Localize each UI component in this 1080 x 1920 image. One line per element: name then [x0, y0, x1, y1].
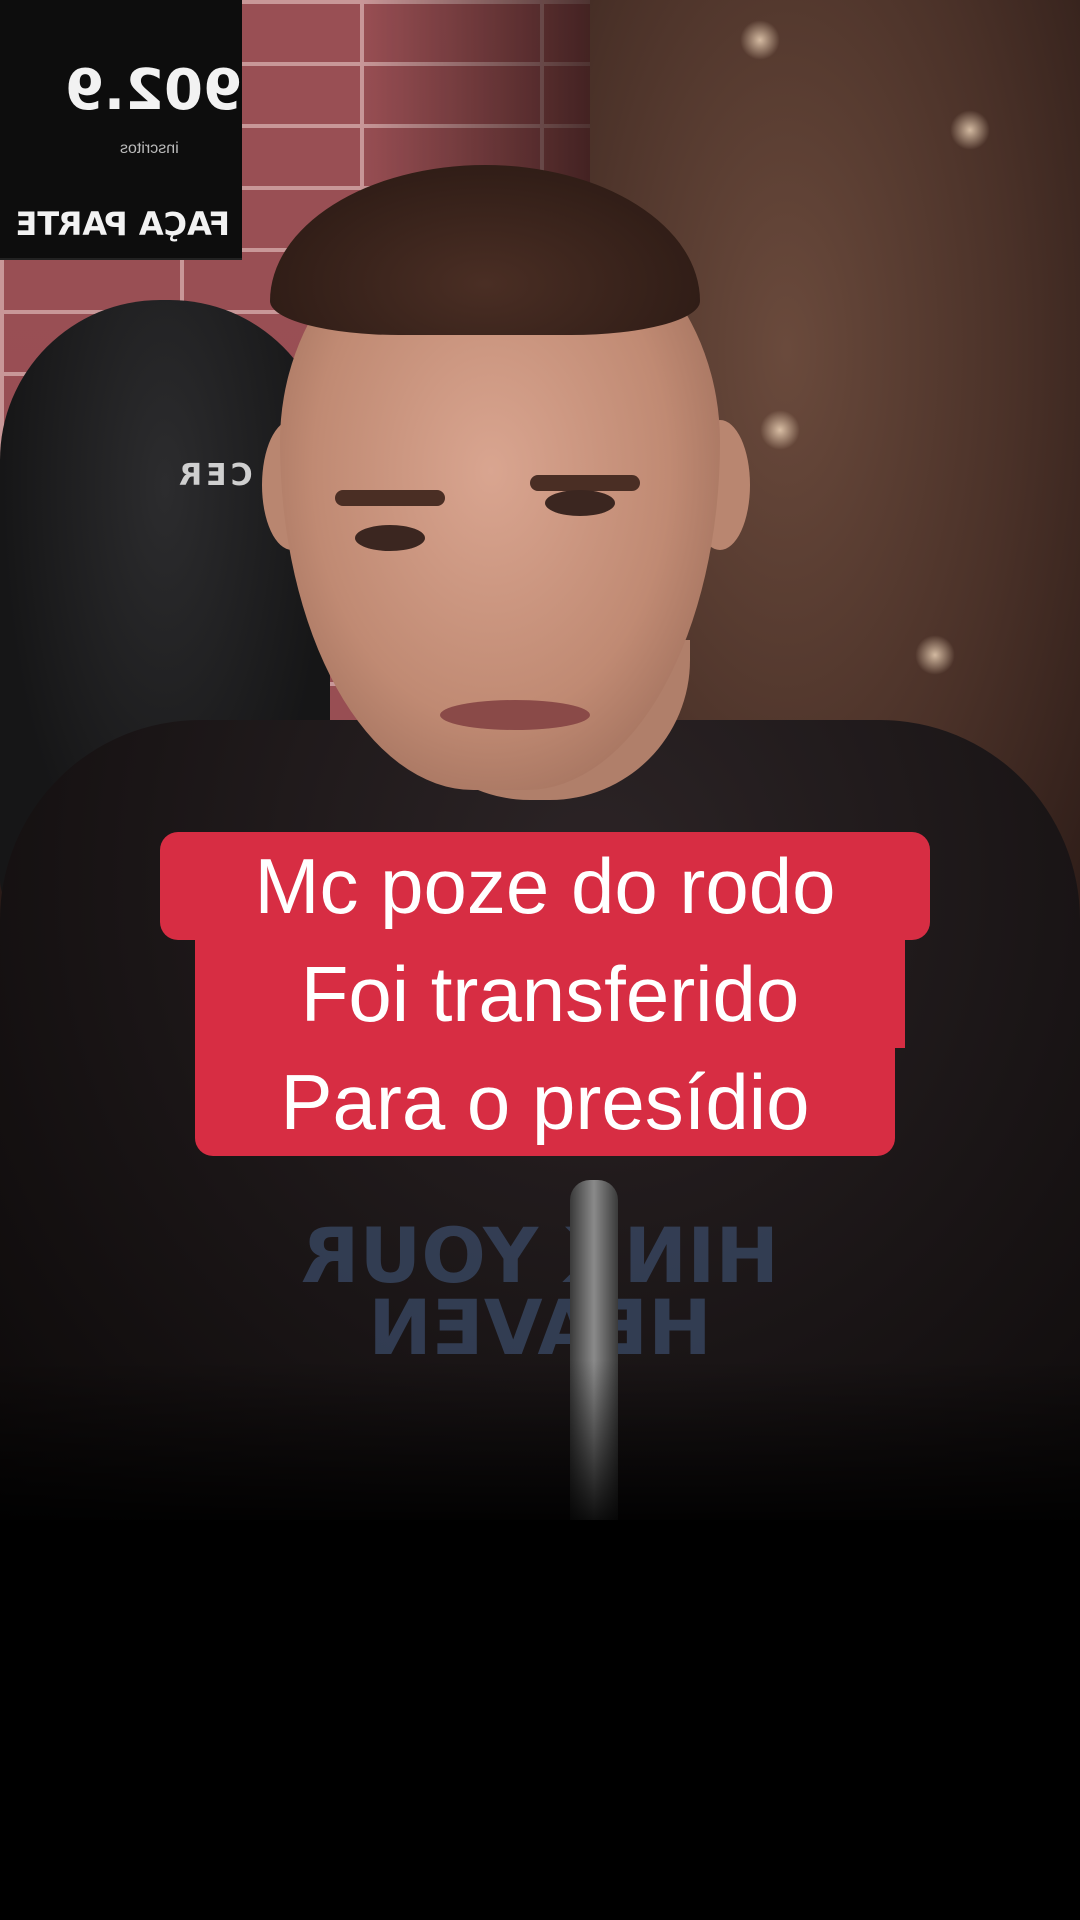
bokeh-light: [760, 410, 800, 450]
presenter-brow: [530, 475, 640, 491]
presenter-brow: [335, 490, 445, 506]
bokeh-light: [740, 20, 780, 60]
caption-line-1: Mc poze do rodo: [160, 832, 930, 940]
chair-brand-text: CER: [175, 458, 253, 493]
bottom-fade: [0, 1360, 1080, 1520]
caption-line-2: Foi transferido: [195, 940, 905, 1048]
subscriber-label: inscritos: [120, 140, 179, 157]
join-cta-text: FAÇA PARTE: [15, 205, 230, 243]
presenter-eye: [545, 490, 615, 516]
caption-box: Mc poze do rodo Foi transferido Para o p…: [160, 832, 930, 1156]
subscriber-count: 902.9: [64, 58, 242, 123]
bokeh-light: [950, 110, 990, 150]
video-frame[interactable]: CER HINK YOUR HEAVEN 902.9 inscritos FAÇ…: [0, 0, 1080, 1920]
presenter-eye: [355, 525, 425, 551]
presenter-mouth: [440, 700, 590, 730]
subscriber-overlay: 902.9 inscritos FAÇA PARTE: [0, 0, 242, 260]
caption-line-3: Para o presídio: [195, 1048, 895, 1156]
bokeh-light: [915, 635, 955, 675]
